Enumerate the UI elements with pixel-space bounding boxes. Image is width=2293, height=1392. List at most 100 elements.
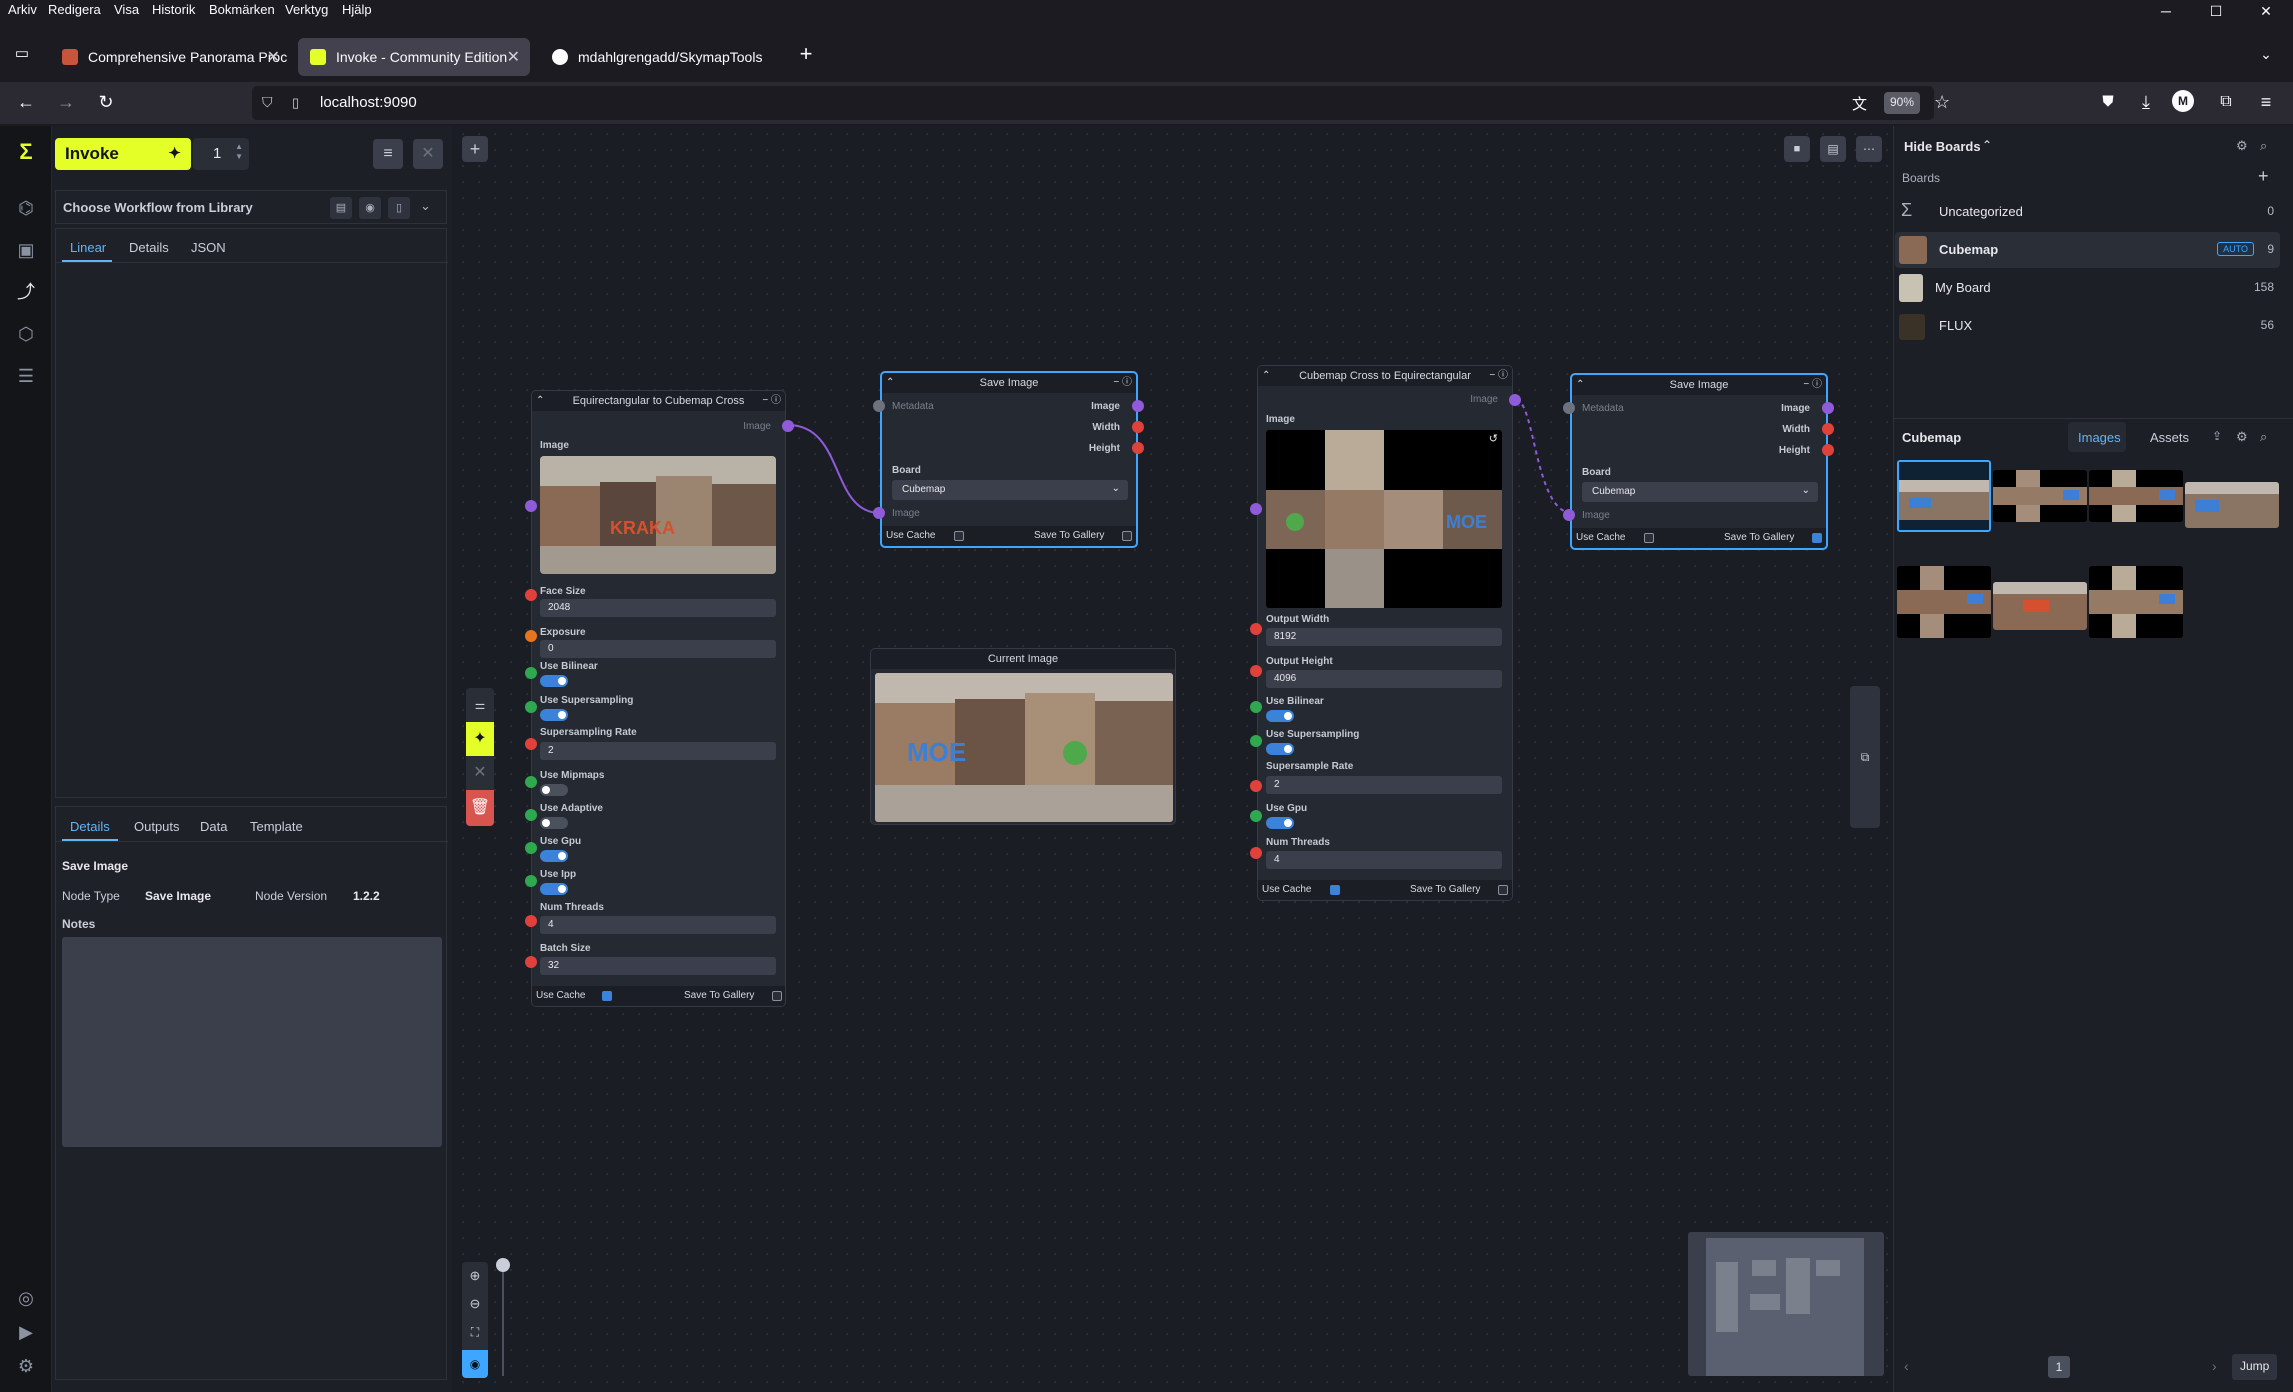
supersampling-rate-input[interactable]: 2 <box>540 742 776 760</box>
settings-icon[interactable]: ⚙ <box>14 1354 38 1378</box>
node-header[interactable]: ⌃ Cubemap Cross to Equirectangular − ⓘ <box>1258 366 1512 386</box>
close-tab-icon[interactable]: ✕ <box>267 47 280 67</box>
tab-images[interactable]: Images <box>2068 422 2126 452</box>
input-port-image[interactable] <box>1563 509 1575 521</box>
gallery-image[interactable] <box>1897 460 1991 532</box>
app-menu-icon[interactable]: ≡ <box>2252 88 2280 116</box>
url-bar[interactable]: ⛉ ▯ localhost:9090 文 90% ☆ <box>252 86 1950 120</box>
minimap[interactable] <box>1688 1232 1884 1376</box>
cancel-queue-button[interactable]: ✕ <box>413 139 443 169</box>
close-window-icon[interactable]: ✕ <box>2248 0 2284 22</box>
output-width-input[interactable]: 8192 <box>1266 628 1502 646</box>
sliders-icon[interactable]: ⚌ <box>466 688 494 722</box>
input-port-use-mipmaps[interactable] <box>525 776 537 788</box>
zoom-in-icon[interactable]: ⊕ <box>462 1264 488 1288</box>
tab-linear[interactable]: Linear <box>70 240 106 255</box>
use-gpu-toggle[interactable] <box>540 850 568 862</box>
node-current-image[interactable]: Current Image MOE <box>870 648 1176 825</box>
jump-button[interactable]: Jump <box>2232 1354 2278 1380</box>
use-cache-checkbox[interactable] <box>1330 885 1340 895</box>
shield-icon[interactable]: ⛉ <box>262 94 273 111</box>
equirect-thumbnail[interactable]: KRAKA <box>540 456 776 574</box>
queue-icon[interactable]: ☰ <box>14 364 38 388</box>
zoom-level[interactable]: 90% <box>1884 92 1921 114</box>
input-port-use-supersampling[interactable] <box>1250 735 1262 747</box>
use-adaptive-toggle[interactable] <box>540 817 568 829</box>
node-header[interactable]: ⌃ Save Image − ⓘ <box>882 373 1136 393</box>
youtube-icon[interactable]: ▶ <box>14 1320 38 1344</box>
use-cache-checkbox[interactable] <box>1644 533 1654 543</box>
output-port-height[interactable] <box>1822 444 1834 456</box>
board-select[interactable]: Cubemap ⌄ <box>892 480 1128 500</box>
input-port-image[interactable] <box>525 500 537 512</box>
input-port-image[interactable] <box>873 507 885 519</box>
node-header[interactable]: ⌃ Save Image − ⓘ <box>1572 375 1826 395</box>
input-port-batch-size[interactable] <box>525 956 537 968</box>
output-port-image[interactable] <box>1509 394 1521 406</box>
use-bilinear-toggle[interactable] <box>540 675 568 687</box>
output-height-input[interactable]: 4096 <box>1266 670 1502 688</box>
output-port-height[interactable] <box>1132 442 1144 454</box>
input-port-use-gpu[interactable] <box>1250 810 1262 822</box>
use-gpu-toggle[interactable] <box>1266 817 1294 829</box>
gallery-image[interactable] <box>2089 566 2183 638</box>
input-port-metadata[interactable] <box>1563 402 1575 414</box>
input-port-use-ipp[interactable] <box>525 875 537 887</box>
file-icon[interactable]: ▯ <box>388 197 410 219</box>
gallery-image[interactable] <box>1993 582 2087 630</box>
tab-inspector-details[interactable]: Details <box>70 819 110 834</box>
save-workflow-icon[interactable]: ▤ <box>330 197 352 219</box>
bookmark-star-icon[interactable]: ☆ <box>1934 92 1950 113</box>
stepper-icon[interactable]: ▲ ▼ <box>235 142 243 162</box>
queue-menu-button[interactable]: ≡ <box>373 139 403 169</box>
extensions-icon[interactable]: ⧉ <box>2212 88 2240 116</box>
menu-historik[interactable]: Historik <box>152 2 195 17</box>
cancel-icon[interactable]: ✕ <box>466 756 494 790</box>
zoom-slider-track[interactable] <box>502 1264 504 1376</box>
output-port-image[interactable] <box>1132 400 1144 412</box>
input-port-num-threads[interactable] <box>525 915 537 927</box>
add-node-button[interactable]: + <box>462 136 488 162</box>
node-cubemap-to-equirect[interactable]: ⌃ Cubemap Cross to Equirectangular − ⓘ I… <box>1257 365 1513 901</box>
tab-details[interactable]: Details <box>129 240 169 255</box>
page-number[interactable]: 1 <box>2048 1356 2070 1378</box>
board-flux[interactable]: FLUX 56 <box>1895 308 2280 344</box>
use-cache-checkbox[interactable] <box>954 531 964 541</box>
use-bilinear-toggle[interactable] <box>1266 710 1294 722</box>
chevron-down-icon[interactable]: ⌄ <box>420 198 431 214</box>
menu-arkiv[interactable]: Arkiv <box>8 2 37 17</box>
tab-github[interactable]: mdahlgrengadd/SkymapTools <box>540 38 778 76</box>
fit-view-icon[interactable]: ⛶ <box>462 1320 488 1344</box>
tab-invoke[interactable]: Invoke - Community Edition ✕ <box>298 38 530 76</box>
translate-icon[interactable]: 文 <box>1852 93 1867 114</box>
tab-overview-icon[interactable]: ▭ <box>8 40 36 68</box>
zoom-out-icon[interactable]: ⊖ <box>462 1292 488 1316</box>
current-image-preview[interactable]: MOE <box>875 673 1173 822</box>
prev-page-icon[interactable]: ‹ <box>1904 1358 1909 1374</box>
url-text[interactable]: localhost:9090 <box>320 94 417 111</box>
view-icon[interactable]: ◉ <box>359 197 381 219</box>
invoke-button[interactable]: Invoke ✦ <box>55 138 191 170</box>
tab-data[interactable]: Data <box>200 819 227 834</box>
use-cache-checkbox[interactable] <box>602 991 612 1001</box>
collapse-icon[interactable]: ⌃ <box>536 391 544 411</box>
batch-size-input[interactable]: 32 <box>540 957 776 975</box>
gallery-settings-icon[interactable]: ⚙ <box>2236 429 2248 445</box>
save-to-gallery-checkbox[interactable] <box>1812 533 1822 543</box>
node-menu-icon[interactable]: − ⓘ <box>1803 375 1822 395</box>
workflow-title[interactable]: Choose Workflow from Library <box>63 200 253 215</box>
input-port-image[interactable] <box>1250 503 1262 515</box>
collapse-icon[interactable]: ⌃ <box>1576 375 1584 395</box>
gallery-image[interactable] <box>2089 470 2183 522</box>
tab-json[interactable]: JSON <box>191 240 226 255</box>
page-info-icon[interactable]: ▯ <box>292 95 299 111</box>
next-page-icon[interactable]: › <box>2212 1358 2217 1374</box>
node-equirect-to-cubemap[interactable]: ⌃ Equirectangular to Cubemap Cross − ⓘ I… <box>531 390 786 1007</box>
gear-icon[interactable]: ⚙ <box>2236 138 2248 154</box>
node-menu-icon[interactable]: − ⓘ <box>762 391 781 411</box>
add-board-icon[interactable]: + <box>2258 166 2269 187</box>
input-port-supersampling-rate[interactable] <box>525 738 537 750</box>
input-port-use-bilinear[interactable] <box>1250 701 1262 713</box>
board-cubemap[interactable]: Cubemap AUTO 9 <box>1895 232 2280 268</box>
menu-verktyg[interactable]: Verktyg <box>285 2 328 17</box>
